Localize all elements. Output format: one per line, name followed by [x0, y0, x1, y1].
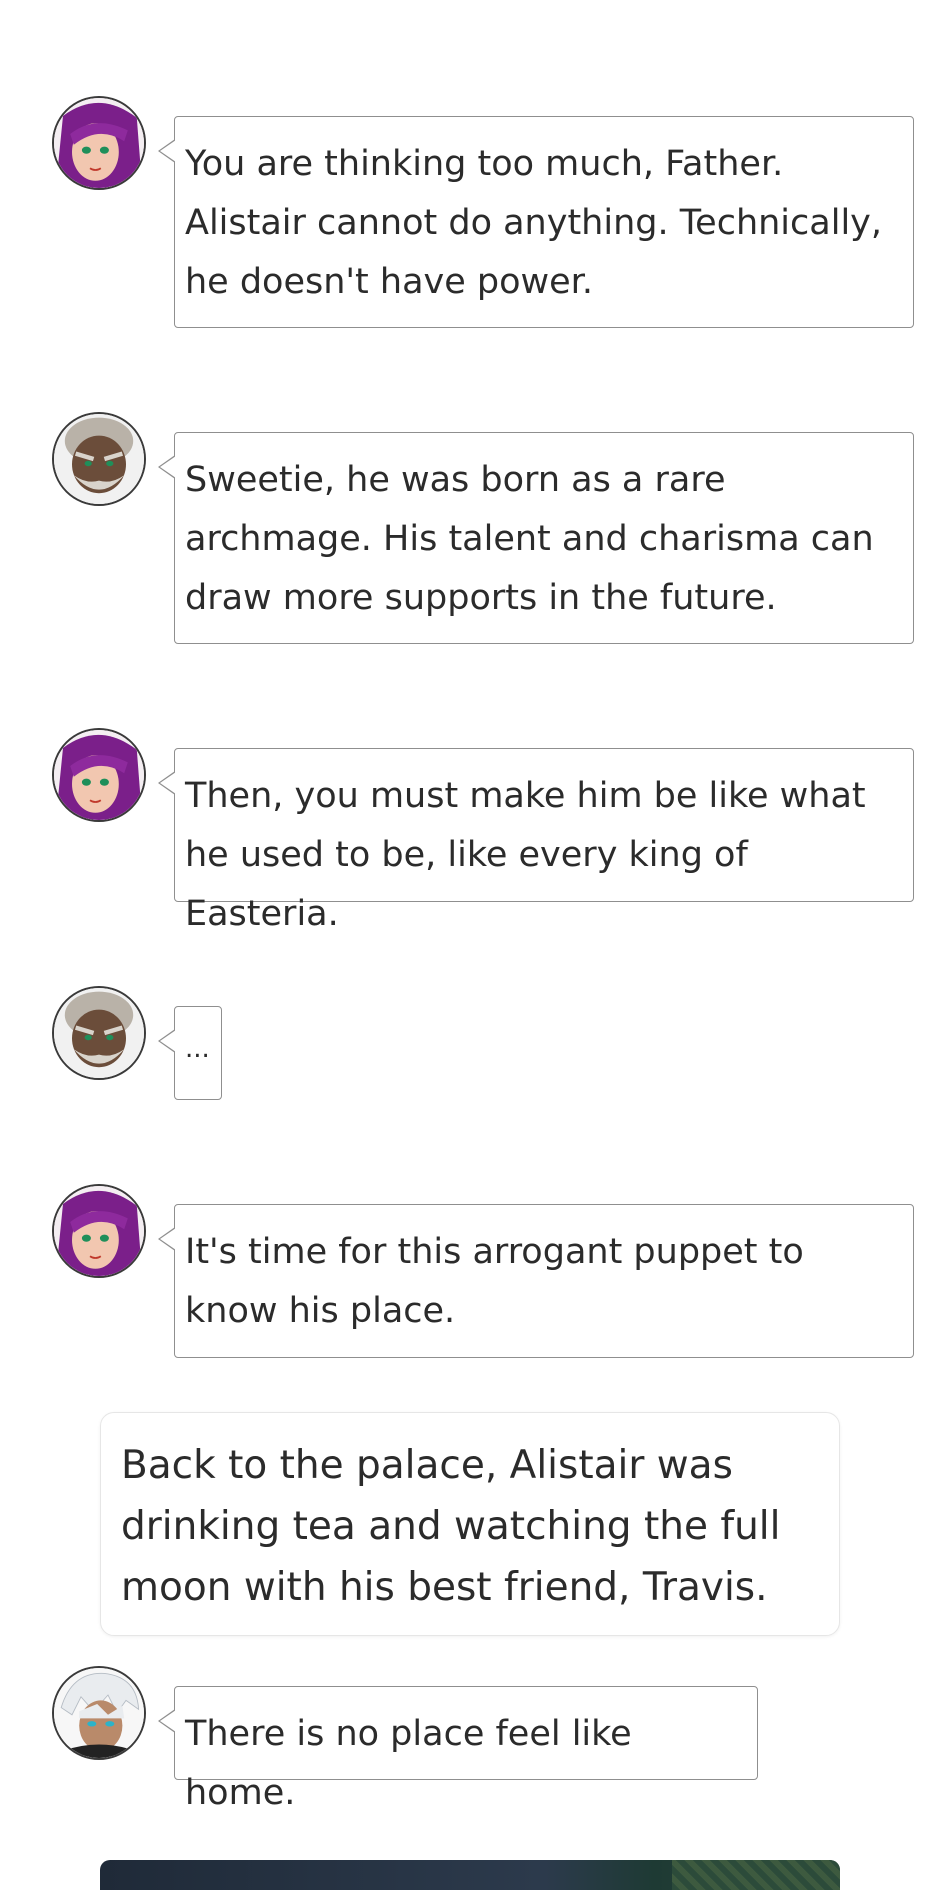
purple-haired-woman-avatar[interactable]	[52, 1184, 146, 1278]
narration-card: Back to the palace, Alistair was drinkin…	[100, 1412, 840, 1636]
white-haired-man-avatar[interactable]	[52, 1666, 146, 1760]
message-text: You are thinking too much, Father. Alist…	[185, 144, 883, 302]
old-bearded-man-avatar[interactable]	[52, 412, 146, 506]
ornament-decoration	[672, 1860, 840, 1890]
message-text: It's time for this arrogant puppet to kn…	[185, 1232, 804, 1331]
message-text: Then, you must make him be like what he …	[185, 776, 866, 934]
speech-bubble: It's time for this arrogant puppet to kn…	[158, 1204, 914, 1358]
speech-bubble: Then, you must make him be like what he …	[158, 748, 914, 934]
purple-haired-woman-avatar[interactable]	[52, 728, 146, 822]
story-illustration-image[interactable]	[100, 1860, 840, 1890]
speech-bubble: You are thinking too much, Father. Alist…	[158, 116, 914, 328]
speech-bubble: There is no place feel like home.	[158, 1686, 758, 1813]
message-text: Sweetie, he was born as a rare archmage.…	[185, 460, 874, 618]
old-bearded-man-avatar[interactable]	[52, 986, 146, 1080]
message-text: There is no place feel like home.	[185, 1714, 632, 1813]
narration-text: Back to the palace, Alistair was drinkin…	[121, 1443, 781, 1610]
purple-haired-woman-avatar[interactable]	[52, 96, 146, 190]
speech-bubble: ...	[158, 1006, 222, 1100]
speech-bubble: Sweetie, he was born as a rare archmage.…	[158, 432, 914, 644]
message-text: ...	[185, 1034, 210, 1064]
